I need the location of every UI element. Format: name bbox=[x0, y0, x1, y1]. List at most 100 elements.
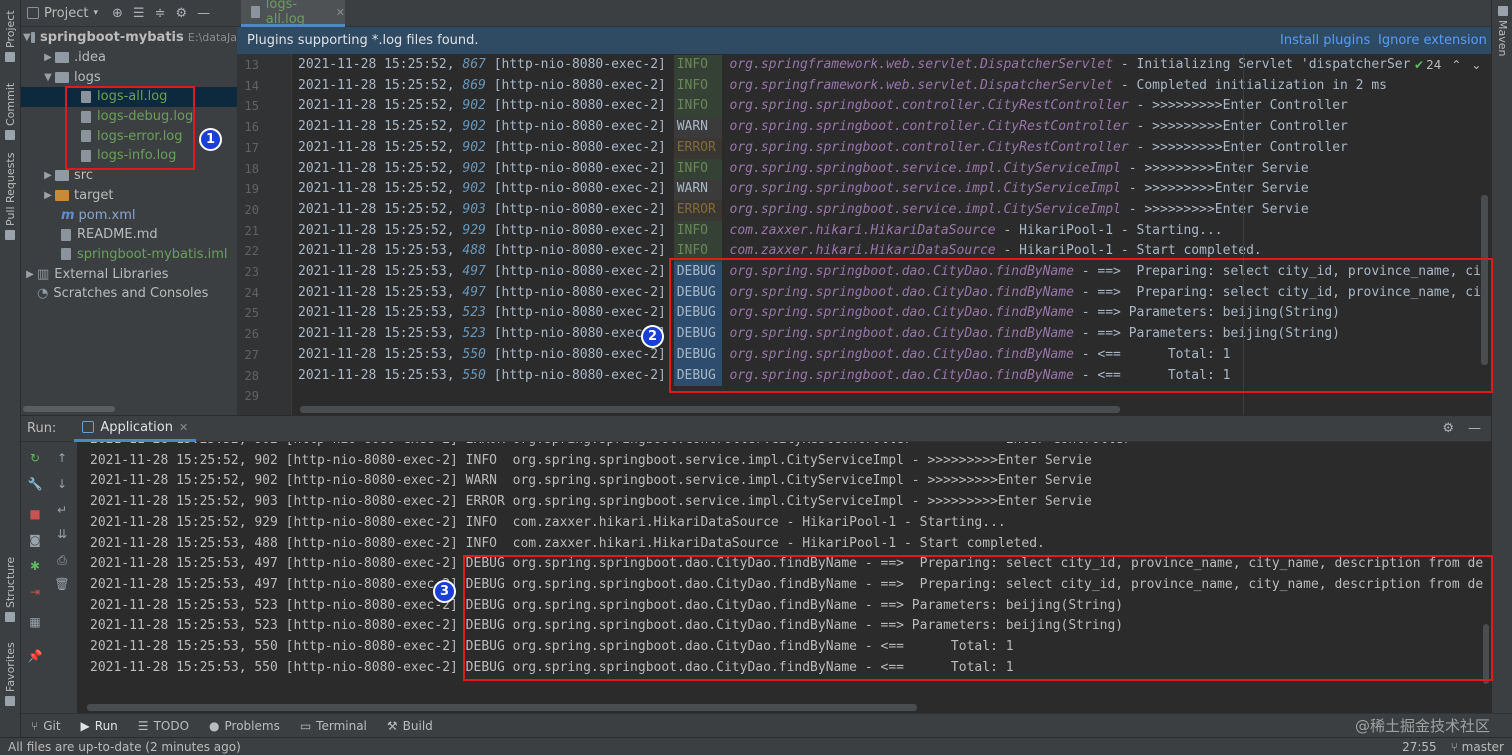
install-plugins-link[interactable]: Install plugins bbox=[1280, 33, 1370, 48]
thread-name: [http-nio-8080-exec-2] bbox=[493, 305, 666, 321]
tree-item-target[interactable]: ▶ target bbox=[21, 186, 237, 206]
git-branch-widget[interactable]: ⑂ master bbox=[1451, 740, 1504, 754]
structure-tool-tab[interactable]: Structure bbox=[1, 556, 20, 622]
console-line: 2021-11-28 15:25:53, 488 [http-nio-8080-… bbox=[90, 535, 1045, 551]
run-tool-button[interactable]: ▶ Run bbox=[81, 719, 118, 733]
tree-item-pom[interactable]: m pom.xml bbox=[21, 205, 237, 225]
milliseconds: 903 bbox=[462, 201, 486, 217]
todo-tool-button[interactable]: ☰ TODO bbox=[138, 719, 189, 733]
scratches-icon: ◔ bbox=[37, 286, 49, 302]
expand-all-icon[interactable]: ☰ bbox=[133, 6, 145, 21]
run-panel-header: Run: Application ✕ ⚙ — bbox=[21, 416, 1491, 442]
milliseconds: 902 bbox=[462, 139, 486, 155]
maven-file-icon: m bbox=[61, 207, 75, 223]
thread-name: [http-nio-8080-exec-2] bbox=[493, 139, 666, 155]
logger-name: org.springframework.web.servlet.Dispatch… bbox=[729, 57, 1114, 72]
terminal-tool-button[interactable]: ▭ Terminal bbox=[300, 719, 367, 733]
debug-icon[interactable]: ✱ bbox=[27, 558, 43, 574]
exit-icon[interactable]: ⇥ bbox=[27, 584, 43, 600]
stop-icon[interactable]: ■ bbox=[27, 506, 43, 522]
gear-icon[interactable]: ⚙ bbox=[1442, 421, 1454, 436]
tree-item-iml[interactable]: springboot-mybatis.iml bbox=[21, 245, 237, 265]
pin-icon[interactable]: 📌 bbox=[27, 648, 43, 664]
project-view-selector[interactable]: Project ▾ bbox=[27, 6, 98, 21]
locate-icon[interactable]: ⊕ bbox=[112, 6, 123, 21]
project-scrollbar[interactable] bbox=[23, 406, 115, 412]
logger-name: org.springframework.web.servlet.Dispatch… bbox=[729, 77, 1114, 93]
maven-tool-tab[interactable]: Maven bbox=[1493, 6, 1512, 62]
ignore-extension-link[interactable]: Ignore extension bbox=[1378, 33, 1487, 48]
tab-logs-all[interactable]: logs-all.log ✕ bbox=[241, 0, 345, 27]
problems-tool-button[interactable]: ● Problems bbox=[209, 719, 280, 733]
thread-name: [http-nio-8080-exec-2] bbox=[493, 57, 666, 72]
hammer-icon: ⚒ bbox=[386, 718, 398, 733]
editor-horizontal-scrollbar[interactable] bbox=[300, 406, 1120, 413]
git-branch-icon: ⑂ bbox=[31, 718, 39, 733]
git-tool-button[interactable]: ⑂ Git bbox=[31, 719, 61, 733]
chevron-down-icon[interactable]: ⌄ bbox=[1471, 58, 1481, 72]
log-level: WARN bbox=[673, 179, 722, 200]
console-horizontal-scrollbar[interactable] bbox=[87, 704, 917, 711]
run-toolbar: ↻ ↑ 🔧 ↓ ■ ↵ ◙ ⇊ ✱ ⎙ ⇥ 🗑 ▦ 📌 bbox=[21, 442, 77, 713]
inspection-widget[interactable]: ✔ 24 ⌃ ⌄ bbox=[1414, 58, 1481, 72]
log-level: INFO bbox=[673, 55, 722, 76]
close-icon[interactable]: ✕ bbox=[179, 421, 188, 434]
project-tool-tab[interactable]: Project bbox=[1, 6, 20, 62]
line-number: 18 bbox=[244, 161, 259, 176]
log-line: 2021-11-28 15:25:52, 902 [http-nio-8080-… bbox=[298, 117, 1348, 138]
trash-icon[interactable]: 🗑 bbox=[54, 576, 70, 592]
chevron-up-icon[interactable]: ⌃ bbox=[1451, 58, 1461, 72]
logger-name: org.spring.springboot.service.impl.CityS… bbox=[729, 201, 1121, 217]
annotation-box-3 bbox=[463, 555, 1493, 681]
build-tool-button[interactable]: ⚒ Build bbox=[387, 719, 433, 733]
soft-wrap-icon[interactable]: ↵ bbox=[54, 502, 70, 518]
gear-icon[interactable]: ⚙ bbox=[175, 6, 187, 21]
timestamp: 2021-11-28 15:25:53, bbox=[298, 264, 455, 279]
caret-position[interactable]: 27:55 bbox=[1402, 740, 1437, 754]
tree-item-logs[interactable]: ▼ logs bbox=[21, 67, 237, 87]
arrow-down-icon[interactable]: ↓ bbox=[54, 476, 70, 492]
close-icon[interactable]: ✕ bbox=[336, 6, 345, 19]
log-message: - Completed initialization in 2 ms bbox=[1113, 77, 1387, 93]
log-line: 2021-11-28 15:25:52, 929 [http-nio-8080-… bbox=[298, 220, 1223, 242]
rerun-icon[interactable]: ↻ bbox=[27, 450, 43, 466]
editor-tabs: logs-all.log ✕ bbox=[237, 0, 1491, 27]
tree-item-idea[interactable]: ▶ .idea bbox=[21, 48, 237, 68]
left-tool-strip: Project Commit Pull Requests Structure F… bbox=[0, 0, 21, 737]
minimize-icon[interactable]: — bbox=[1468, 421, 1481, 436]
tree-item-root[interactable]: ▼ springboot-mybatis E:\dataJa bbox=[21, 28, 237, 48]
project-panel: Project ▾ ⊕ ☰ ≑ ⚙ — ▼ springboot-mybatis E… bbox=[21, 0, 237, 415]
log-message: - HikariPool-1 - Starting... bbox=[995, 222, 1223, 238]
status-bar: All files are up-to-date (2 minutes ago)… bbox=[0, 737, 1512, 755]
timestamp: 2021-11-28 15:25:53, bbox=[298, 243, 455, 259]
annotation-badge-2: 2 bbox=[641, 325, 664, 348]
log-level: INFO bbox=[673, 75, 722, 97]
tree-item-external-libraries[interactable]: ▶ ▥ External Libraries bbox=[21, 264, 237, 284]
wrench-icon[interactable]: 🔧 bbox=[27, 476, 43, 492]
minimize-icon[interactable]: — bbox=[197, 6, 210, 21]
folder-icon bbox=[5, 52, 16, 62]
commit-tool-tab[interactable]: Commit bbox=[1, 76, 20, 140]
tab-application[interactable]: Application ✕ bbox=[74, 416, 197, 442]
favorites-tool-tab[interactable]: Favorites bbox=[1, 640, 20, 706]
line-number: 17 bbox=[244, 140, 259, 155]
milliseconds: 550 bbox=[462, 367, 486, 383]
print-icon[interactable]: ⎙ bbox=[54, 552, 70, 568]
milliseconds: 869 bbox=[462, 77, 486, 93]
collapse-all-icon[interactable]: ≑ bbox=[155, 6, 166, 21]
tree-item-readme[interactable]: README.md bbox=[21, 225, 237, 245]
bottom-tool-bar: ⑂ Git ▶ Run ☰ TODO ● Problems ▭ Terminal ⚒ Bui… bbox=[21, 713, 1512, 737]
log-message: - HikariPool-1 - Start completed. bbox=[995, 243, 1262, 259]
logger-name: org.spring.springboot.controller.CityRes… bbox=[729, 98, 1129, 114]
camera-icon[interactable]: ◙ bbox=[27, 532, 43, 548]
pull-requests-tool-tab[interactable]: Pull Requests bbox=[1, 152, 20, 240]
scroll-to-end-icon[interactable]: ⇊ bbox=[54, 526, 70, 542]
log-level: INFO bbox=[673, 220, 722, 242]
tree-item-scratches[interactable]: ◔ Scratches and Consoles bbox=[21, 284, 237, 304]
log-message: - >>>>>>>>>Enter Servie bbox=[1120, 181, 1309, 197]
log-message: - >>>>>>>>>Enter Servie bbox=[1120, 160, 1309, 176]
log-line: 2021-11-28 15:25:52, 902 [http-nio-8080-… bbox=[298, 96, 1348, 118]
layout-icon[interactable]: ▦ bbox=[27, 614, 43, 630]
chevron-right-icon: ▶ bbox=[26, 268, 34, 280]
arrow-up-icon[interactable]: ↑ bbox=[54, 450, 70, 466]
